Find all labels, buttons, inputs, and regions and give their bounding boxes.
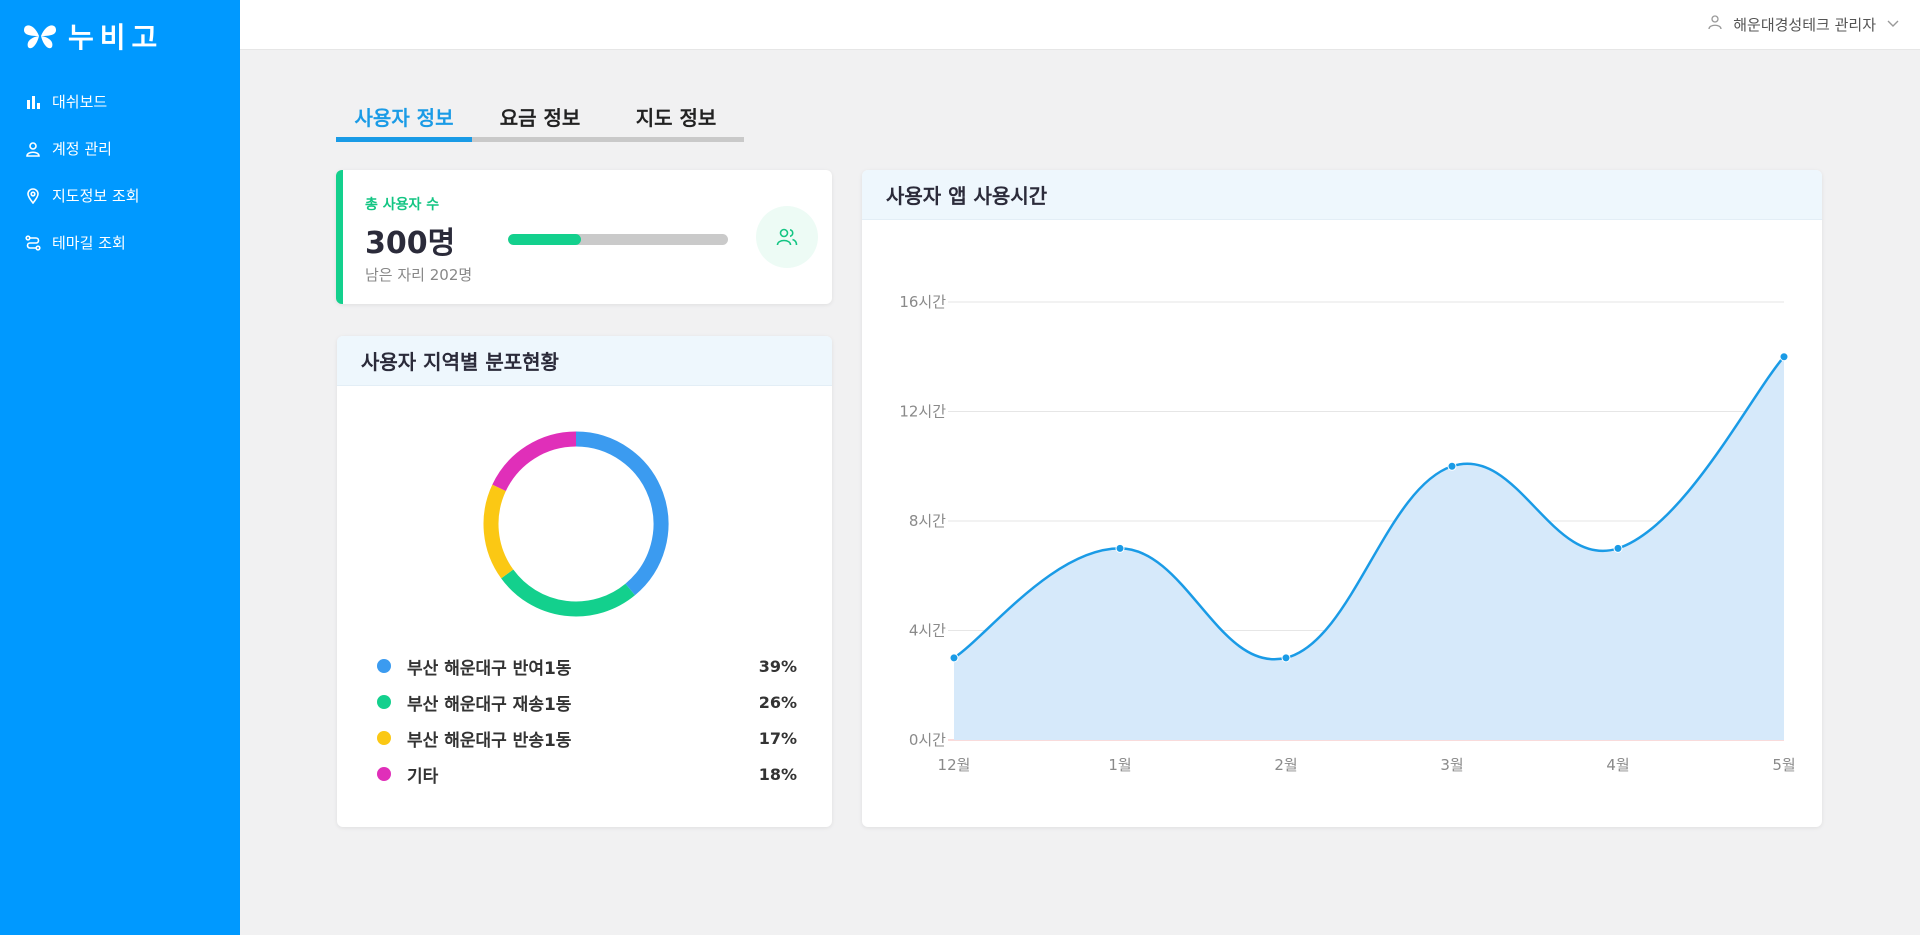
data-point[interactable]: [1613, 543, 1623, 553]
donut-slice[interactable]: [492, 431, 577, 492]
legend-label: 부산 해운대구 반여1동: [407, 658, 572, 679]
legend-dot: [377, 695, 391, 709]
legend-label: 부산 해운대구 반송1동: [407, 730, 572, 751]
sidebar-item-dashboard[interactable]: 대쉬보드: [0, 78, 240, 125]
sidebar-item-label: 대쉬보드: [52, 93, 108, 111]
y-tick-label: 0시간: [909, 731, 946, 749]
x-tick-label: 4월: [1606, 756, 1629, 774]
sidebar-item-label: 지도정보 조회: [52, 187, 140, 205]
legend-percent: 39%: [758, 656, 797, 676]
donut-slice[interactable]: [483, 484, 514, 579]
data-point[interactable]: [1115, 543, 1125, 553]
sidebar-item-theme-route[interactable]: 테마길 조회: [0, 219, 240, 266]
x-tick-label: 3월: [1440, 756, 1463, 774]
distribution-donut-chart: [483, 431, 669, 617]
donut-slice[interactable]: [575, 431, 669, 596]
route-icon: [24, 234, 42, 252]
distribution-legend: 부산 해운대구 반여1동 39% 부산 해운대구 재송1동 26% 부산 해운대…: [377, 648, 797, 792]
series-area: [954, 356, 1784, 740]
butterfly-logo-icon: [24, 25, 56, 49]
data-point[interactable]: [1779, 352, 1789, 362]
legend-percent: 18%: [758, 764, 797, 784]
x-tick-label: 5월: [1772, 756, 1795, 774]
users-progress-bar: [508, 234, 728, 245]
legend-percent: 26%: [758, 692, 797, 712]
legend-item: 기타 18%: [377, 756, 797, 792]
app-logo[interactable]: 누비고: [22, 18, 163, 54]
total-users-label: 총 사용자 수: [365, 197, 440, 213]
usage-line-chart: 0시간 4시간 8시간 12시간 16시간 12월 1월 2월 3월 4월 5월: [899, 293, 1795, 774]
bar-chart-icon: [24, 93, 42, 111]
tab-fee-info[interactable]: 요금 정보: [472, 100, 608, 137]
total-users-card: 총 사용자 수 300명 남은 자리 202명: [336, 170, 832, 304]
tab-user-info[interactable]: 사용자 정보: [336, 100, 472, 142]
users-icon: [756, 206, 818, 268]
legend-dot: [377, 659, 391, 673]
legend-label: 부산 해운대구 재송1동: [407, 694, 572, 715]
donut-slice[interactable]: [501, 569, 635, 617]
users-progress-fill: [508, 234, 581, 245]
legend-dot: [377, 731, 391, 745]
user-icon: [24, 140, 42, 158]
tab-map-info[interactable]: 지도 정보: [608, 100, 744, 137]
total-users-value: 300명: [365, 226, 456, 261]
x-tick-label: 12월: [938, 756, 971, 774]
sidebar-item-label: 계정 관리: [52, 140, 112, 158]
sidebar: 누비고 대쉬보드 계정 관리 지도정보 조회 테마길 조회: [0, 0, 240, 935]
distribution-title: 사용자 지역별 분포현황: [337, 336, 832, 386]
legend-item: 부산 해운대구 재송1동 26%: [377, 684, 797, 720]
remaining-seats: 남은 자리 202명: [365, 266, 473, 284]
legend-label: 기타: [407, 766, 439, 787]
usage-chart-title: 사용자 앱 사용시간: [862, 170, 1822, 220]
user-menu[interactable]: 해운대경성테크 관리자: [1707, 0, 1900, 48]
legend-item: 부산 해운대구 반송1동 17%: [377, 720, 797, 756]
top-bar: 해운대경성테크 관리자: [240, 0, 1920, 50]
y-tick-label: 16시간: [899, 293, 946, 311]
y-tick-label: 12시간: [899, 403, 946, 421]
user-name: 해운대경성테크 관리자: [1733, 15, 1876, 34]
y-tick-label: 8시간: [909, 512, 946, 530]
y-tick-label: 4시간: [909, 622, 946, 640]
legend-dot: [377, 767, 391, 781]
logo-text: 누비고: [68, 21, 164, 54]
map-pin-icon: [24, 187, 42, 205]
chevron-down-icon[interactable]: [1886, 15, 1900, 34]
sidebar-nav: 대쉬보드 계정 관리 지도정보 조회 테마길 조회: [0, 78, 240, 266]
x-tick-label: 2월: [1274, 756, 1297, 774]
data-point[interactable]: [949, 653, 959, 663]
app-usage-chart-card: 사용자 앱 사용시간 0시간 4시간 8시간 12시간 16시간 12월 1월 2월 3월 4월 5…: [862, 170, 1822, 827]
legend-percent: 17%: [758, 728, 797, 748]
user-icon: [1707, 14, 1723, 34]
data-point[interactable]: [1447, 461, 1457, 471]
data-point[interactable]: [1281, 653, 1291, 663]
sidebar-item-label: 테마길 조회: [52, 234, 126, 252]
sidebar-item-accounts[interactable]: 계정 관리: [0, 125, 240, 172]
legend-item: 부산 해운대구 반여1동 39%: [377, 648, 797, 684]
tab-bar: 사용자 정보 요금 정보 지도 정보: [336, 100, 744, 142]
user-distribution-card: 사용자 지역별 분포현황 부산 해운대구 반여1동 39% 부산 해운대구 재송…: [337, 336, 832, 827]
x-tick-label: 1월: [1108, 756, 1131, 774]
sidebar-item-map-info[interactable]: 지도정보 조회: [0, 172, 240, 219]
